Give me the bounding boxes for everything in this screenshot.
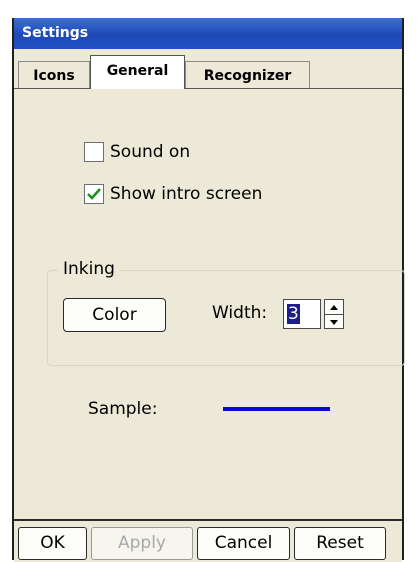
apply-button-label: Apply bbox=[118, 533, 166, 553]
reset-button[interactable]: Reset bbox=[294, 527, 386, 560]
ok-button[interactable]: OK bbox=[18, 527, 87, 560]
width-decrement-button[interactable] bbox=[325, 315, 343, 329]
cancel-button-label: Cancel bbox=[214, 533, 273, 553]
show-intro-row[interactable]: Show intro screen bbox=[84, 181, 262, 207]
settings-dialog: Settings Icons General Recognizer Sound … bbox=[12, 18, 405, 562]
tab-icons-label: Icons bbox=[33, 68, 75, 84]
arrow-up-icon bbox=[330, 304, 338, 310]
tab-icons[interactable]: Icons bbox=[18, 61, 90, 89]
inking-group-label: Inking bbox=[58, 259, 120, 279]
tab-general[interactable]: General bbox=[90, 55, 185, 89]
sound-on-label: Sound on bbox=[110, 142, 191, 162]
apply-button[interactable]: Apply bbox=[91, 527, 193, 560]
color-button-label: Color bbox=[92, 305, 137, 325]
dialog-title: Settings bbox=[22, 25, 89, 41]
dialog-titlebar: Settings bbox=[14, 18, 402, 49]
width-value: 3 bbox=[287, 304, 300, 324]
inking-group: Inking Color Width: 3 bbox=[47, 259, 405, 366]
width-increment-button[interactable] bbox=[325, 300, 343, 315]
show-intro-label: Show intro screen bbox=[110, 184, 263, 204]
reset-button-label: Reset bbox=[316, 533, 364, 553]
general-panel: Sound on Show intro screen Inking Color … bbox=[14, 89, 405, 519]
background-strip bbox=[0, 0, 12, 560]
cancel-button[interactable]: Cancel bbox=[197, 527, 290, 560]
sound-on-row[interactable]: Sound on bbox=[84, 139, 190, 165]
tab-recognizer-label: Recognizer bbox=[203, 68, 292, 84]
show-intro-checkbox[interactable] bbox=[84, 184, 104, 204]
tab-bar: Icons General Recognizer bbox=[14, 49, 402, 89]
ok-button-label: OK bbox=[40, 533, 65, 553]
sample-label: Sample: bbox=[88, 399, 158, 419]
tab-recognizer[interactable]: Recognizer bbox=[185, 61, 310, 89]
width-stepper bbox=[324, 299, 344, 329]
button-bar: OK Apply Cancel Reset bbox=[14, 519, 402, 562]
checkmark-icon bbox=[87, 188, 101, 200]
arrow-down-icon bbox=[330, 319, 338, 325]
width-label: Width: bbox=[212, 303, 268, 323]
width-input[interactable]: 3 bbox=[283, 299, 321, 329]
color-button[interactable]: Color bbox=[63, 298, 166, 332]
sound-on-checkbox[interactable] bbox=[84, 142, 104, 162]
tab-general-label: General bbox=[106, 63, 169, 79]
ink-sample-line bbox=[223, 407, 330, 411]
